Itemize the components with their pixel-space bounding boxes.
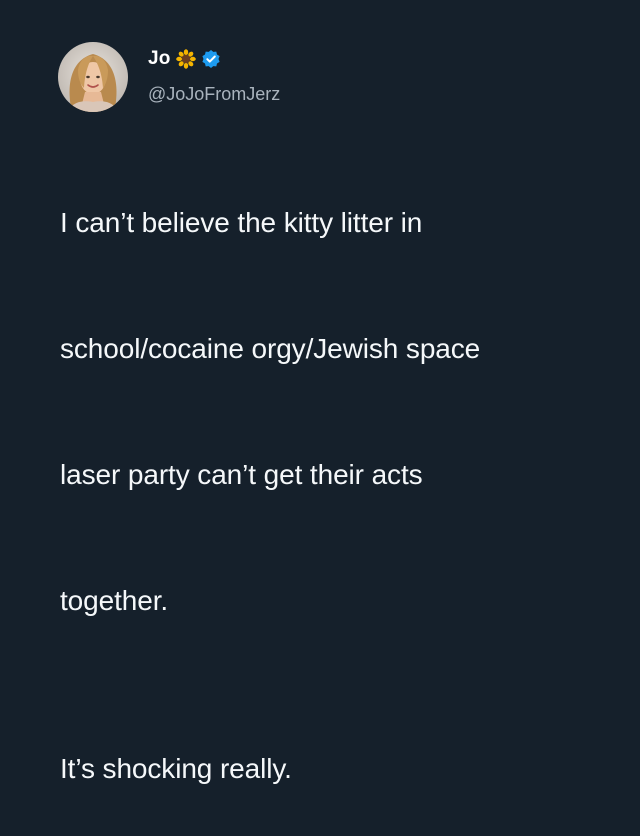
author-name-row: Jo — [148, 48, 221, 70]
verified-badge-icon[interactable] — [201, 49, 221, 69]
tweet-line: laser party can’t get their acts — [60, 459, 423, 490]
display-name[interactable]: Jo — [148, 48, 171, 70]
author-handle[interactable]: @JoJoFromJerz — [148, 84, 280, 105]
avatar[interactable] — [58, 42, 128, 112]
tweet-line: school/cocaine orgy/Jewish space — [60, 333, 481, 364]
tweet-line: together. — [60, 585, 169, 616]
tweet-card: Jo @JoJoFromJerz I can’t believe the kit… — [0, 0, 640, 784]
tweet-text: I can’t believe the kitty litter in scho… — [60, 118, 620, 836]
sunflower-icon — [175, 49, 196, 69]
tweet-line: I can’t believe the kitty litter in — [60, 207, 423, 238]
tweet-closing-line: It’s shocking really. — [60, 753, 292, 784]
avatar-photo — [58, 42, 128, 112]
